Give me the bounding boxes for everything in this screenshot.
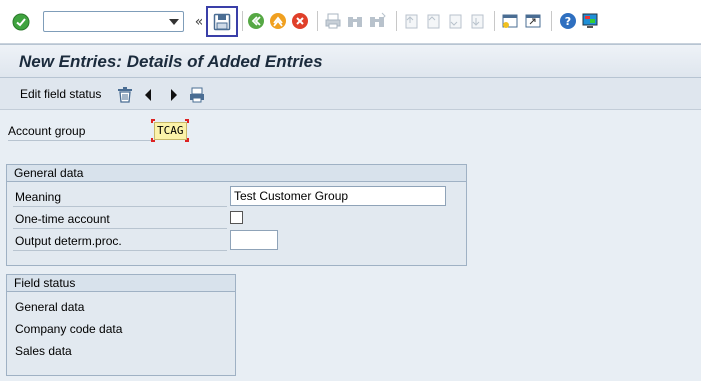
- application-toolbar: Edit field status: [0, 78, 701, 110]
- label-underline: [13, 250, 227, 251]
- save-button[interactable]: [206, 6, 238, 37]
- account-group-field[interactable]: TCAG: [154, 122, 187, 140]
- meaning-label: Meaning: [15, 190, 62, 204]
- field-status-general-data-link[interactable]: General data: [15, 299, 84, 315]
- output-determ-proc-field[interactable]: [230, 230, 278, 250]
- meaning-field[interactable]: Test Customer Group: [230, 186, 446, 206]
- last-page-icon[interactable]: [468, 12, 486, 30]
- field-focus-marker: [185, 138, 189, 142]
- toolbar-divider: [494, 11, 495, 31]
- previous-entry-icon[interactable]: [142, 88, 154, 102]
- field-focus-marker: [151, 138, 155, 142]
- system-toolbar: « ?: [0, 0, 701, 44]
- title-bar: New Entries: Details of Added Entries: [0, 44, 701, 78]
- label-underline: [13, 206, 227, 207]
- cancel-icon[interactable]: [291, 12, 309, 30]
- field-status-company-code-data-link[interactable]: Company code data: [15, 321, 122, 337]
- customize-layout-icon[interactable]: [581, 12, 599, 30]
- previous-page-icon[interactable]: [424, 12, 442, 30]
- field-focus-marker: [185, 119, 189, 123]
- page-title: New Entries: Details of Added Entries: [19, 52, 323, 71]
- next-entry-icon[interactable]: [168, 88, 180, 102]
- svg-text:?: ?: [565, 15, 571, 28]
- field-focus-marker: [151, 119, 155, 123]
- enter-check-icon[interactable]: [11, 12, 31, 32]
- command-field[interactable]: [43, 11, 184, 32]
- find-icon[interactable]: [346, 12, 364, 30]
- label-underline: [8, 140, 152, 141]
- general-data-heading: General data: [7, 165, 466, 182]
- edit-field-status-button[interactable]: Edit field status: [14, 84, 107, 104]
- toolbar-divider: [396, 11, 397, 31]
- first-page-icon[interactable]: [402, 12, 420, 30]
- toolbar-divider: [551, 11, 552, 31]
- find-next-icon[interactable]: [368, 12, 386, 30]
- output-determ-proc-label: Output determ.proc.: [15, 234, 122, 248]
- print-icon[interactable]: [188, 86, 206, 104]
- label-underline: [13, 228, 227, 229]
- help-icon[interactable]: ?: [559, 12, 577, 30]
- account-group-label: Account group: [8, 124, 86, 138]
- field-status-heading: Field status: [7, 275, 235, 292]
- back-icon[interactable]: [247, 12, 265, 30]
- print-icon[interactable]: [324, 12, 342, 30]
- save-icon: [213, 13, 231, 30]
- delete-icon[interactable]: [116, 86, 134, 104]
- toolbar-divider: [242, 11, 243, 31]
- field-status-sales-data-link[interactable]: Sales data: [15, 343, 72, 359]
- chevron-down-icon[interactable]: [169, 19, 179, 25]
- shortcut-icon[interactable]: [524, 12, 542, 30]
- exit-icon[interactable]: [269, 12, 287, 30]
- next-page-icon[interactable]: [446, 12, 464, 30]
- expand-icon[interactable]: «: [193, 13, 205, 31]
- one-time-account-checkbox[interactable]: [230, 211, 243, 224]
- one-time-account-label: One-time account: [15, 212, 110, 226]
- toolbar-divider: [317, 11, 318, 31]
- create-session-icon[interactable]: [501, 12, 519, 30]
